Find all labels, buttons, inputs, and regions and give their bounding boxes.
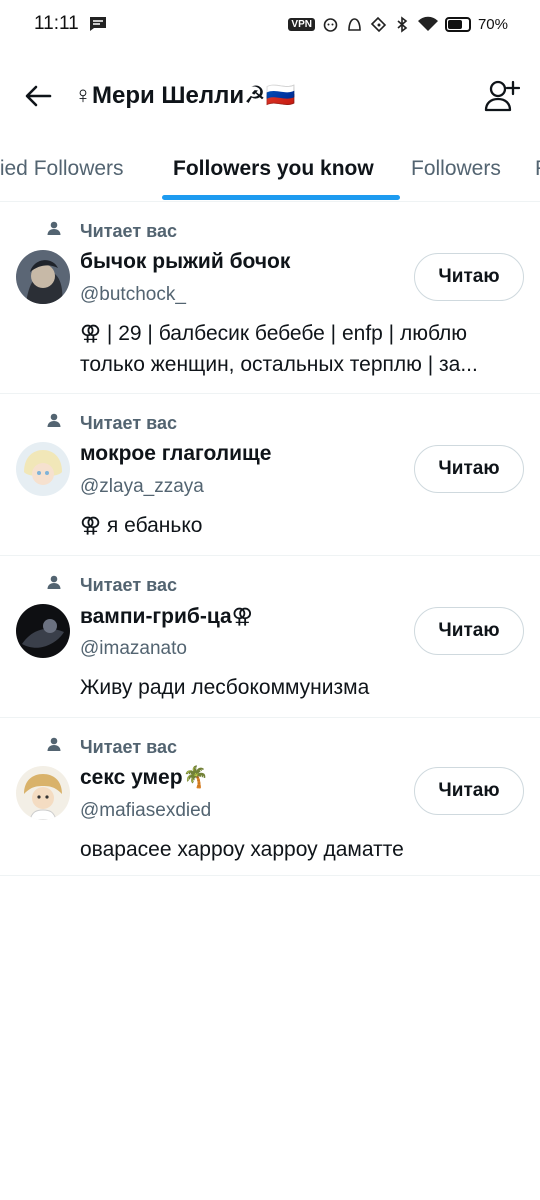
wifi-icon bbox=[417, 16, 438, 31]
list-item[interactable]: Читает вас бычок рыжий бочок @butchock_ … bbox=[0, 202, 540, 394]
vpn-badge: VPN bbox=[288, 17, 315, 31]
tab-followers-you-know[interactable]: Followers you know bbox=[173, 157, 374, 181]
status-bar: 11:11 VPN 70% bbox=[0, 0, 540, 48]
page-title: ♀Мери Шелли☭🇷🇺 bbox=[74, 82, 296, 109]
app-notification-icon bbox=[323, 17, 338, 32]
add-user-icon[interactable] bbox=[484, 78, 520, 114]
tab-followers[interactable]: Followers bbox=[411, 157, 501, 181]
list-item[interactable]: Читает вас секс умер🌴 @mafiasexdied Чита… bbox=[0, 718, 540, 876]
person-icon bbox=[47, 737, 61, 751]
status-time: 11:11 bbox=[34, 13, 79, 34]
back-arrow-icon[interactable] bbox=[22, 80, 54, 112]
person-icon bbox=[47, 413, 61, 427]
bio-line: оварасее харроу харроу даматте bbox=[80, 838, 404, 861]
follower-list: Читает вас бычок рыжий бочок @butchock_ … bbox=[0, 202, 540, 876]
avatar[interactable] bbox=[16, 604, 70, 658]
app-notification-icon bbox=[348, 17, 361, 31]
user-handle[interactable]: @imazanato bbox=[80, 638, 187, 660]
avatar[interactable] bbox=[16, 442, 70, 496]
user-bio: ⚢ | 29 | балбесик бебебе | enfp | люблю … bbox=[80, 318, 524, 380]
active-tab-indicator bbox=[162, 195, 400, 200]
follows-you-label: Читает вас bbox=[80, 221, 177, 241]
user-handle[interactable]: @mafiasexdied bbox=[80, 800, 211, 822]
following-button[interactable]: Читаю bbox=[414, 445, 524, 493]
user-handle[interactable]: @zlaya_zzaya bbox=[80, 476, 204, 498]
bio-line: только женщин, остальных терплю | за... bbox=[80, 353, 478, 376]
bio-line: ⚢ | 29 | балбесик бебебе | enfp | люблю bbox=[80, 322, 468, 345]
battery-icon bbox=[444, 16, 471, 32]
list-item[interactable]: Читает вас вампи-гриб-ца⚢ @imazanato Чит… bbox=[0, 556, 540, 718]
avatar[interactable] bbox=[16, 250, 70, 304]
tab-following[interactable]: F bbox=[535, 157, 540, 181]
following-button[interactable]: Читаю bbox=[414, 767, 524, 815]
person-icon bbox=[47, 575, 61, 589]
bluetooth-icon bbox=[397, 15, 408, 33]
user-name[interactable]: бычок рыжий бочок bbox=[80, 250, 290, 274]
bio-line: ⚢ я ебанько bbox=[80, 514, 203, 537]
follows-you-label: Читает вас bbox=[80, 413, 177, 433]
following-button[interactable]: Читаю bbox=[414, 607, 524, 655]
follows-you-label: Читает вас bbox=[80, 737, 177, 757]
followers-tabs: fied Followers Followers you know Follow… bbox=[0, 140, 540, 202]
follows-you-label: Читает вас bbox=[80, 575, 177, 595]
following-button[interactable]: Читаю bbox=[414, 253, 524, 301]
tab-verified-followers[interactable]: fied Followers bbox=[0, 157, 124, 181]
user-bio: Живу ради лесбокоммунизма bbox=[80, 672, 524, 703]
avatar[interactable] bbox=[16, 766, 70, 820]
user-handle[interactable]: @butchock_ bbox=[80, 284, 186, 306]
user-bio: ⚢ я ебанько bbox=[80, 510, 524, 541]
profile-header: ♀Мери Шелли☭🇷🇺 bbox=[0, 66, 540, 126]
user-name[interactable]: вампи-гриб-ца⚢ bbox=[80, 604, 253, 629]
user-name[interactable]: секс умер🌴 bbox=[80, 766, 209, 790]
message-icon bbox=[89, 17, 106, 31]
bio-line: Живу ради лесбокоммунизма bbox=[80, 676, 370, 699]
user-bio: оварасее харроу харроу даматте bbox=[80, 834, 524, 865]
app-notification-icon bbox=[370, 16, 387, 32]
person-icon bbox=[47, 221, 61, 235]
battery-percent: 70% bbox=[477, 15, 508, 33]
list-item[interactable]: Читает вас мокрое глаголище @zlaya_zzaya… bbox=[0, 394, 540, 556]
user-name[interactable]: мокрое глаголище bbox=[80, 442, 271, 466]
